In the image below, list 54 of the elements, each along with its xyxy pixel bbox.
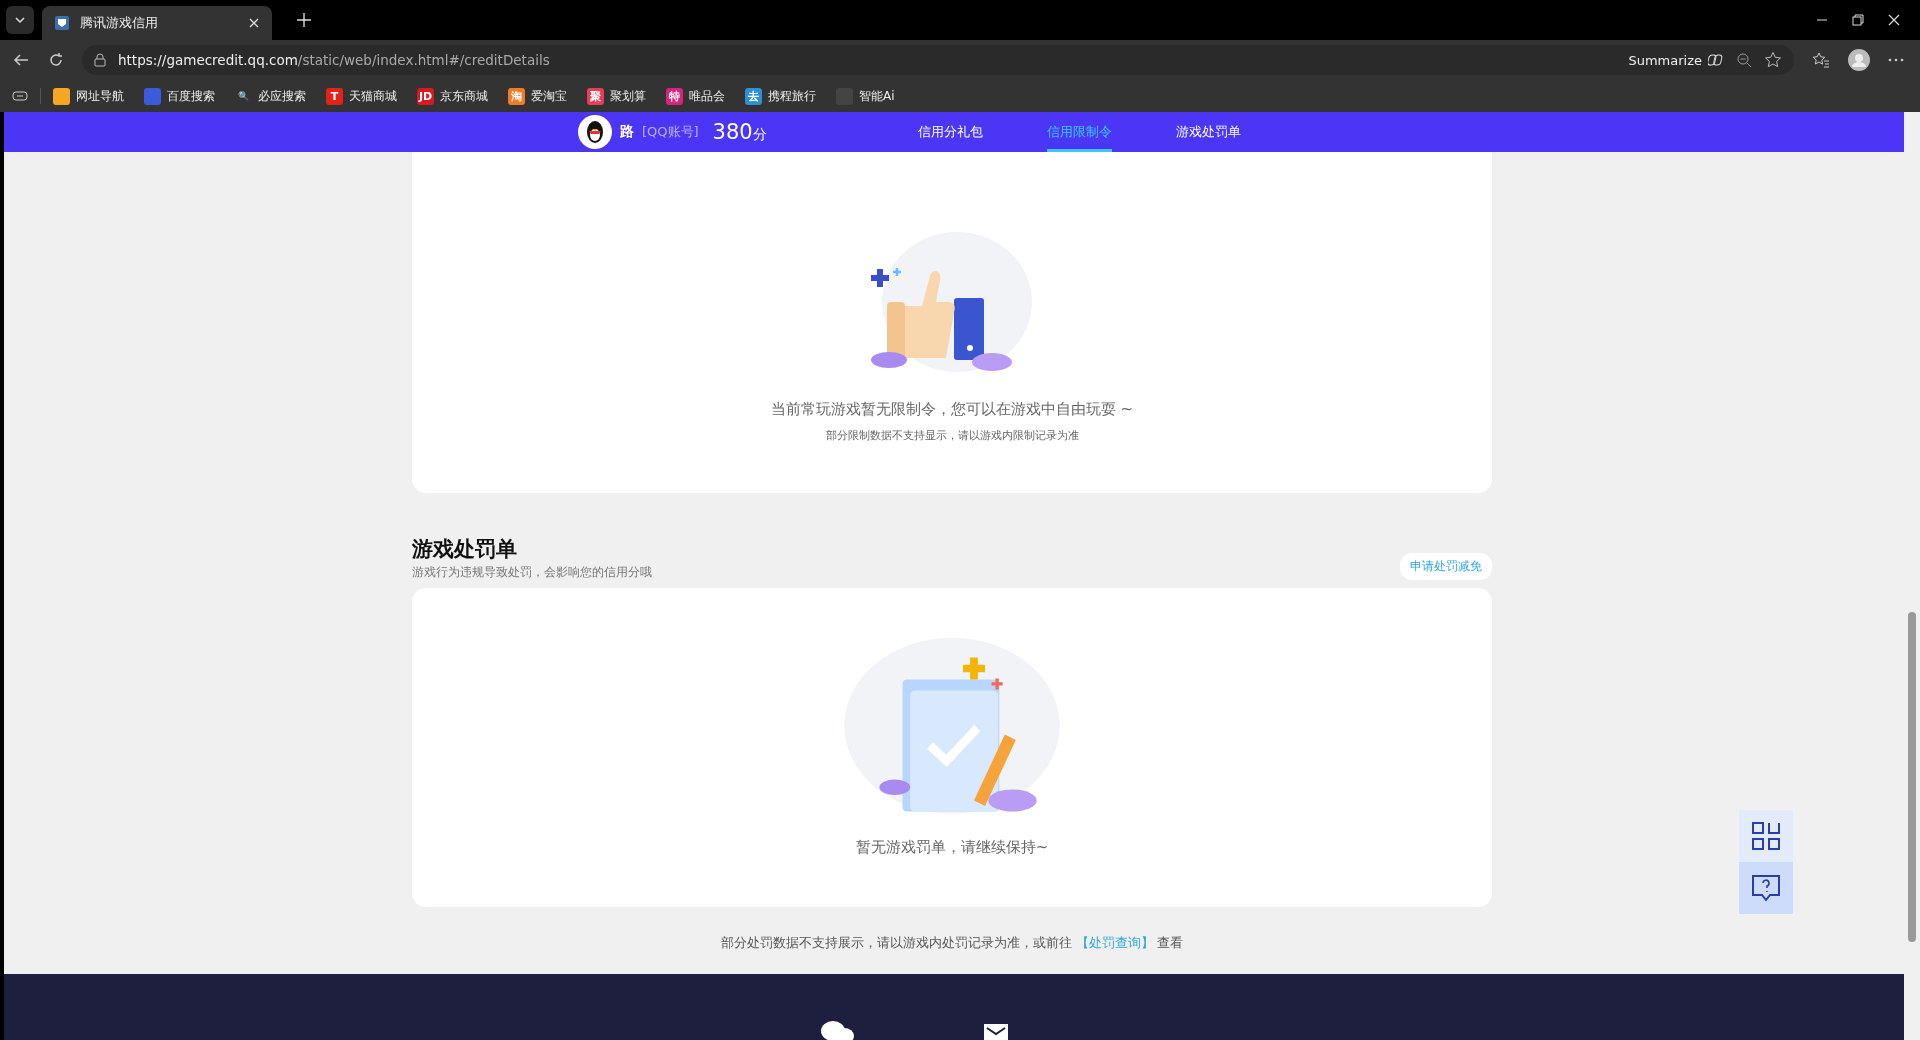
qr-code-icon (1751, 821, 1781, 851)
section-subtitle: 游戏行为违规导致处罚，会影响您的信用分哦 (412, 565, 652, 580)
site-icon: 去 (745, 87, 762, 105)
help-bubble-icon (1751, 873, 1781, 903)
bookmark-item[interactable]: 百度搜索 (144, 87, 215, 105)
footer-note: 部分处罚数据不支持展示，请以游戏内处罚记录为准，或前往 (720, 935, 1072, 950)
credit-score: 380分 (712, 120, 767, 144)
section-title: 游戏处罚单 (412, 536, 518, 563)
browser-tab[interactable]: 腾讯游戏信用 (42, 6, 272, 40)
profile-avatar-icon[interactable] (1848, 49, 1870, 71)
bookmark-item[interactable]: JD 京东商城 (417, 87, 488, 105)
refresh-icon[interactable] (48, 52, 64, 68)
address-bar[interactable]: https://gamecredit.qq.com/static/web/index.html#/creditDetails Summarize (82, 45, 1794, 75)
tab-list-button[interactable] (6, 6, 34, 34)
star-icon[interactable] (1764, 51, 1782, 69)
penguin-avatar-icon (578, 115, 612, 149)
site-icon: T (326, 87, 343, 105)
favorites-icon[interactable] (1812, 51, 1830, 69)
collections-icon[interactable] (12, 90, 28, 102)
scrollbar-thumb[interactable] (1908, 612, 1916, 942)
new-tab-icon[interactable] (296, 12, 312, 28)
bookmark-item[interactable]: 特 唯品会 (666, 87, 725, 105)
shield-icon (54, 15, 70, 31)
empty-state-message: 当前常玩游戏暂无限制令，您可以在游戏中自由玩耍 ~ (770, 400, 1134, 419)
empty-state-message: 暂无游戏罚单，请继续保持~ (855, 838, 1049, 857)
bookmark-item[interactable]: T 天猫商城 (326, 87, 397, 105)
nav-tab[interactable]: 游戏处罚单 (1176, 112, 1241, 152)
site-icon: 特 (666, 87, 683, 105)
mail-icon[interactable] (984, 1022, 1008, 1040)
zoom-out-icon[interactable] (1736, 52, 1752, 68)
bookmark-item[interactable]: 网址导航 (53, 87, 124, 105)
lock-icon (94, 53, 106, 67)
restore-icon[interactable] (1852, 14, 1864, 26)
feedback-button[interactable] (1739, 862, 1793, 914)
site-icon: 淘 (508, 87, 525, 105)
user-name: 路 (620, 123, 634, 141)
account-label: [QQ账号] (642, 123, 699, 141)
more-icon[interactable] (1888, 58, 1904, 62)
bookmark-item[interactable]: 聚 聚划算 (587, 87, 646, 105)
restriction-note: 部分限制数据不支持显示，请以游戏内限制记录为准 (825, 429, 1079, 443)
bookmark-item[interactable]: 淘 爱淘宝 (508, 87, 567, 105)
qr-code-button[interactable] (1739, 810, 1793, 862)
bookmark-item[interactable]: 🔍 必应搜索 (235, 87, 306, 105)
bookmark-item[interactable]: 去 携程旅行 (745, 87, 816, 105)
bookmark-item[interactable]: 智能Ai (836, 87, 895, 105)
summarize-button[interactable]: Summarize (1628, 52, 1702, 68)
tab-title: 腾讯游戏信用 (80, 14, 159, 32)
site-icon: 聚 (587, 87, 604, 105)
close-window-icon[interactable] (1888, 14, 1900, 26)
close-icon[interactable] (248, 17, 260, 29)
site-icon: JD (417, 87, 434, 105)
search-icon: 🔍 (235, 87, 252, 105)
nav-tab[interactable]: 信用分礼包 (918, 112, 983, 152)
footer-note-suffix: 查看 (1157, 935, 1184, 950)
